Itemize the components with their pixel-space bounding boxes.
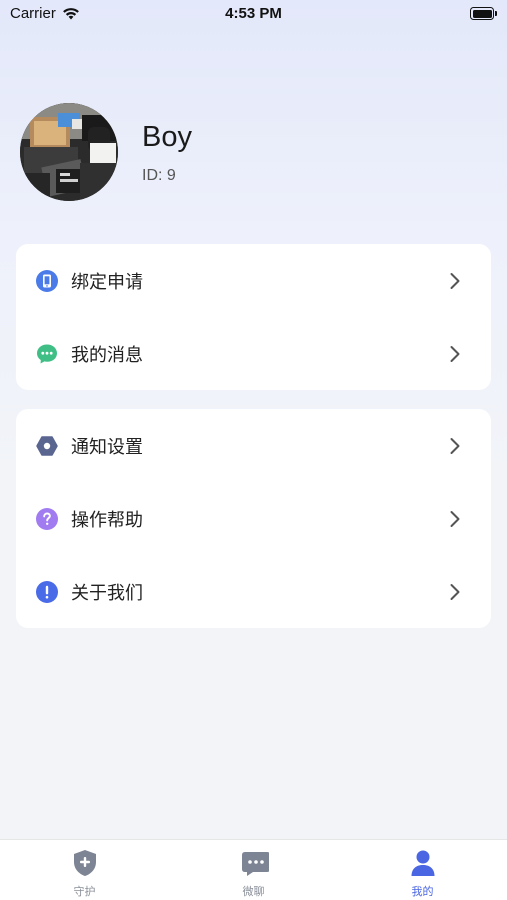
profile-header: Boy ID: 9 <box>20 103 490 203</box>
info-icon <box>36 580 58 603</box>
menu-card-secondary: 通知设置 操作帮助 关于我们 <box>16 409 491 628</box>
chevron-right-icon <box>450 511 460 527</box>
avatar[interactable] <box>20 103 118 201</box>
menu-item-label: 操作帮助 <box>71 509 143 531</box>
tab-label: 守护 <box>73 885 96 898</box>
tab-label: 微聊 <box>242 885 265 898</box>
hexagon-settings-icon <box>36 435 58 457</box>
menu-item-about-us[interactable]: 关于我们 <box>16 555 491 628</box>
menu-item-notification-settings[interactable]: 通知设置 <box>16 409 491 482</box>
shield-plus-icon <box>74 850 96 876</box>
tab-chat[interactable]: 微聊 <box>169 840 338 900</box>
status-bar: Carrier 4:53 PM <box>0 0 507 28</box>
avatar-photo <box>20 103 118 201</box>
person-icon <box>411 850 435 876</box>
menu-item-label: 绑定申请 <box>71 271 143 293</box>
chevron-right-icon <box>450 346 460 362</box>
menu-item-label: 通知设置 <box>71 436 143 458</box>
status-time: 4:53 PM <box>225 5 282 22</box>
battery-icon <box>470 7 497 20</box>
chat-bubble-icon <box>242 852 269 876</box>
chevron-right-icon <box>450 584 460 600</box>
chevron-right-icon <box>450 438 460 454</box>
bottom-tab-bar: 守护 微聊 我的 <box>0 839 507 900</box>
tab-label: 我的 <box>411 885 434 898</box>
menu-item-label: 我的消息 <box>71 344 143 366</box>
menu-item-label: 关于我们 <box>71 582 143 604</box>
menu-item-help[interactable]: 操作帮助 <box>16 482 491 555</box>
tab-guard[interactable]: 守护 <box>0 840 169 900</box>
chevron-right-icon <box>450 273 460 289</box>
chat-icon <box>36 343 58 365</box>
profile-name: Boy <box>142 121 192 153</box>
menu-card-primary: 绑定申请 我的消息 <box>16 244 491 390</box>
profile-id: ID: 9 <box>142 167 176 184</box>
tab-mine[interactable]: 我的 <box>338 840 507 900</box>
menu-item-my-messages[interactable]: 我的消息 <box>16 317 491 390</box>
phone-icon <box>36 269 58 292</box>
help-icon <box>36 507 58 530</box>
menu-item-bind-request[interactable]: 绑定申请 <box>16 244 491 317</box>
